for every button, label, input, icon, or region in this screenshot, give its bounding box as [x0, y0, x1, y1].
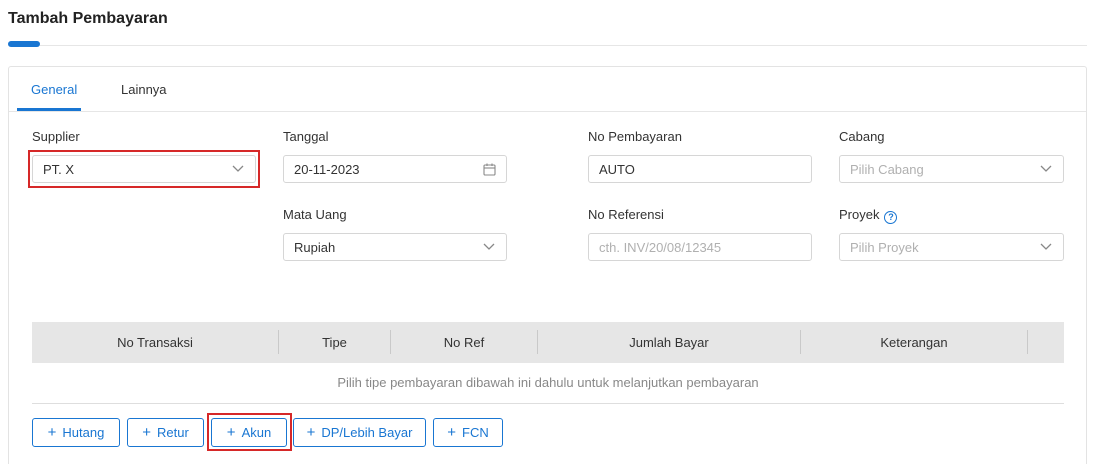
column-separator [1027, 330, 1028, 354]
proyek-placeholder: Pilih Proyek [850, 239, 919, 255]
add-akun-label: Akun [241, 425, 272, 440]
supplier-label: Supplier [32, 129, 80, 144]
page-title: Tambah Pembayaran [8, 10, 168, 27]
chevron-down-icon [482, 240, 496, 254]
cabang-select[interactable]: Pilih Cabang [839, 155, 1064, 183]
help-circle-icon[interactable]: ? [884, 210, 898, 224]
chevron-down-icon [231, 162, 245, 176]
mata-uang-select[interactable]: Rupiah [283, 233, 507, 261]
plus-icon: + [47, 424, 57, 441]
proyek-label: Proyek? [839, 207, 898, 224]
add-fcn-button[interactable]: + FCN [433, 418, 503, 447]
chevron-down-icon [1039, 162, 1053, 176]
plus-icon: + [306, 424, 316, 441]
mata-uang-label: Mata Uang [283, 207, 347, 222]
plus-icon: + [447, 424, 457, 441]
title-accent-bar [8, 41, 40, 47]
column-header-tipe: Tipe [322, 335, 347, 350]
add-hutang-button[interactable]: + Hutang [32, 418, 120, 447]
supplier-select[interactable]: PT. X [32, 155, 256, 183]
proyek-select[interactable]: Pilih Proyek [839, 233, 1064, 261]
add-fcn-label: FCN [462, 425, 489, 440]
plus-icon: + [226, 424, 236, 441]
add-retur-button[interactable]: + Retur [127, 418, 204, 447]
tab-bar: General Lainnya [9, 67, 1086, 112]
transactions-table-header: No Transaksi Tipe No Ref Jumlah Bayar Ke… [32, 322, 1064, 363]
chevron-down-icon [1039, 240, 1053, 254]
column-header-no-transaksi: No Transaksi [117, 335, 193, 350]
table-empty-message: Pilih tipe pembayaran dibawah ini dahulu… [337, 375, 759, 390]
add-hutang-label: Hutang [62, 425, 105, 440]
no-referensi-placeholder: cth. INV/20/08/12345 [599, 239, 722, 255]
plus-icon: + [142, 424, 151, 441]
tanggal-datepicker[interactable]: 20-11-2023 [283, 155, 507, 183]
column-header-jumlah-bayar: Jumlah Bayar [629, 335, 709, 350]
calendar-icon[interactable] [482, 162, 496, 176]
no-pembayaran-label: No Pembayaran [588, 129, 682, 144]
mata-uang-value: Rupiah [294, 239, 336, 255]
column-header-keterangan: Keterangan [880, 335, 948, 350]
column-header-no-ref: No Ref [443, 335, 485, 350]
no-pembayaran-value: AUTO [599, 161, 635, 177]
cabang-label: Cabang [839, 129, 885, 144]
table-divider [32, 403, 1064, 404]
tanggal-value: 20-11-2023 [294, 161, 360, 177]
active-tab-indicator [17, 108, 81, 111]
tab-lainnya[interactable]: Lainnya [121, 82, 167, 97]
tanggal-label: Tanggal [283, 129, 329, 144]
payment-form-card: General Lainnya Supplier PT. X Tanggal 2… [8, 66, 1087, 464]
no-referensi-input[interactable]: cth. INV/20/08/12345 [588, 233, 812, 261]
add-dp-lebih-bayar-label: DP/Lebih Bayar [321, 425, 413, 440]
tab-general[interactable]: General [31, 82, 77, 97]
supplier-value: PT. X [43, 161, 75, 177]
proyek-label-text: Proyek [839, 207, 880, 222]
cabang-placeholder: Pilih Cabang [850, 161, 924, 177]
add-dp-lebih-bayar-button[interactable]: + DP/Lebih Bayar [293, 418, 426, 447]
no-referensi-label: No Referensi [588, 207, 664, 222]
title-divider [8, 45, 1087, 46]
add-akun-button[interactable]: + Akun [211, 418, 287, 447]
no-pembayaran-input[interactable]: AUTO [588, 155, 812, 183]
add-retur-label: Retur [156, 425, 189, 440]
